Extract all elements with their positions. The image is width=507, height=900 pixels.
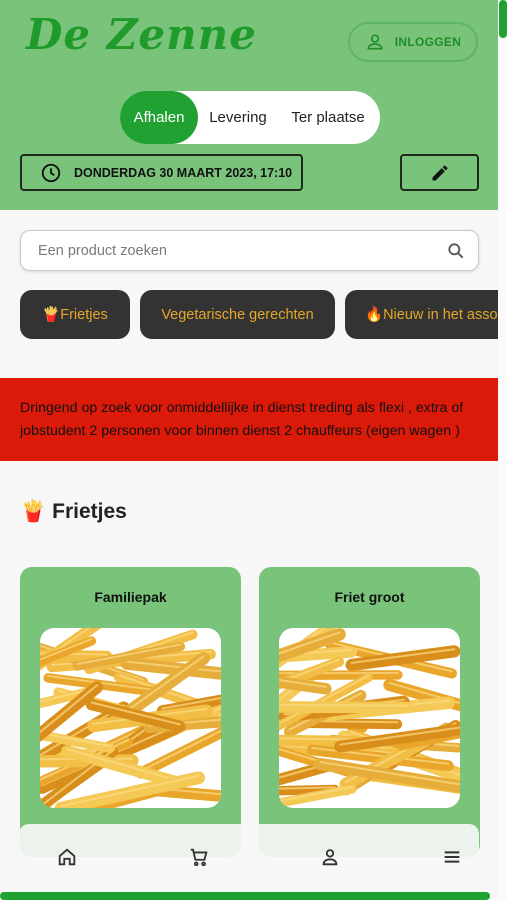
- product-name: Familiepak: [94, 589, 167, 605]
- datetime-button[interactable]: DONDERDAG 30 MAART 2023, 17:10: [20, 154, 303, 191]
- category-label: Vegetarische gerechten: [161, 306, 314, 323]
- fry-highlight: [279, 704, 409, 707]
- bottom-nav: [19, 824, 479, 890]
- mode-ter-plaatse[interactable]: Ter plaatse: [278, 91, 378, 144]
- bottom-accent-bar: [0, 892, 490, 900]
- app-page: De Zenne INLOGGEN Afhalen Levering Ter p…: [0, 0, 507, 900]
- product-name: Friet groot: [334, 589, 405, 605]
- product-card[interactable]: Familiepak: [20, 567, 241, 857]
- menu-icon: [444, 851, 460, 863]
- account-icon: [322, 849, 338, 866]
- category-nieuw[interactable]: 🔥 Nieuw in het asso: [345, 290, 498, 339]
- category-label: Frietjes: [60, 306, 108, 323]
- fire-emoji: 🔥: [365, 307, 384, 323]
- category-bar: 🍟 Frietjes Vegetarische gerechten 🔥 Nieu…: [20, 290, 498, 340]
- category-label: Nieuw in het asso: [383, 306, 498, 323]
- clock-icon: [41, 163, 61, 182]
- section-title-text: Frietjes: [52, 500, 127, 523]
- category-frietjes[interactable]: 🍟 Frietjes: [20, 290, 130, 339]
- nav-home[interactable]: [56, 846, 78, 868]
- search-input[interactable]: [21, 231, 446, 270]
- mode-afhalen[interactable]: Afhalen: [120, 91, 198, 144]
- search-box: [20, 230, 479, 271]
- category-vegetarische-gerechten[interactable]: Vegetarische gerechten: [140, 290, 335, 339]
- login-label: INLOGGEN: [394, 35, 462, 49]
- datetime-label: DONDERDAG 30 MAART 2023, 17:10: [74, 165, 293, 180]
- cart-icon: [190, 848, 208, 867]
- scrollbar-thumb[interactable]: [499, 0, 507, 38]
- fry-stick: [279, 701, 414, 714]
- nav-cart[interactable]: [188, 846, 210, 868]
- fries-emoji: 🍟: [42, 307, 61, 323]
- nav-account[interactable]: [319, 846, 341, 868]
- mode-levering[interactable]: Levering: [198, 91, 278, 144]
- product-card[interactable]: Friet groot: [259, 567, 480, 857]
- pencil-icon: [432, 164, 448, 180]
- order-mode-toggle: Afhalen Levering Ter plaatse: [120, 91, 380, 144]
- fry-highlight: [279, 737, 360, 741]
- search-icon[interactable]: [446, 241, 466, 261]
- login-button[interactable]: INLOGGEN: [348, 22, 478, 62]
- edit-button[interactable]: [400, 154, 479, 191]
- home-icon: [58, 848, 76, 866]
- announcement-banner: Dringend op zoek voor onmiddellijke in d…: [0, 378, 498, 461]
- section-title: 🍟 Frietjes: [20, 500, 127, 524]
- product-image: [40, 628, 221, 808]
- header: De Zenne INLOGGEN Afhalen Levering Ter p…: [0, 0, 498, 210]
- product-image: [279, 628, 460, 808]
- user-icon: [367, 34, 383, 50]
- logo: De Zenne: [26, 10, 257, 59]
- scrollbar-track[interactable]: [498, 0, 507, 900]
- fries-emoji: 🍟: [20, 500, 47, 523]
- nav-menu[interactable]: [441, 846, 463, 868]
